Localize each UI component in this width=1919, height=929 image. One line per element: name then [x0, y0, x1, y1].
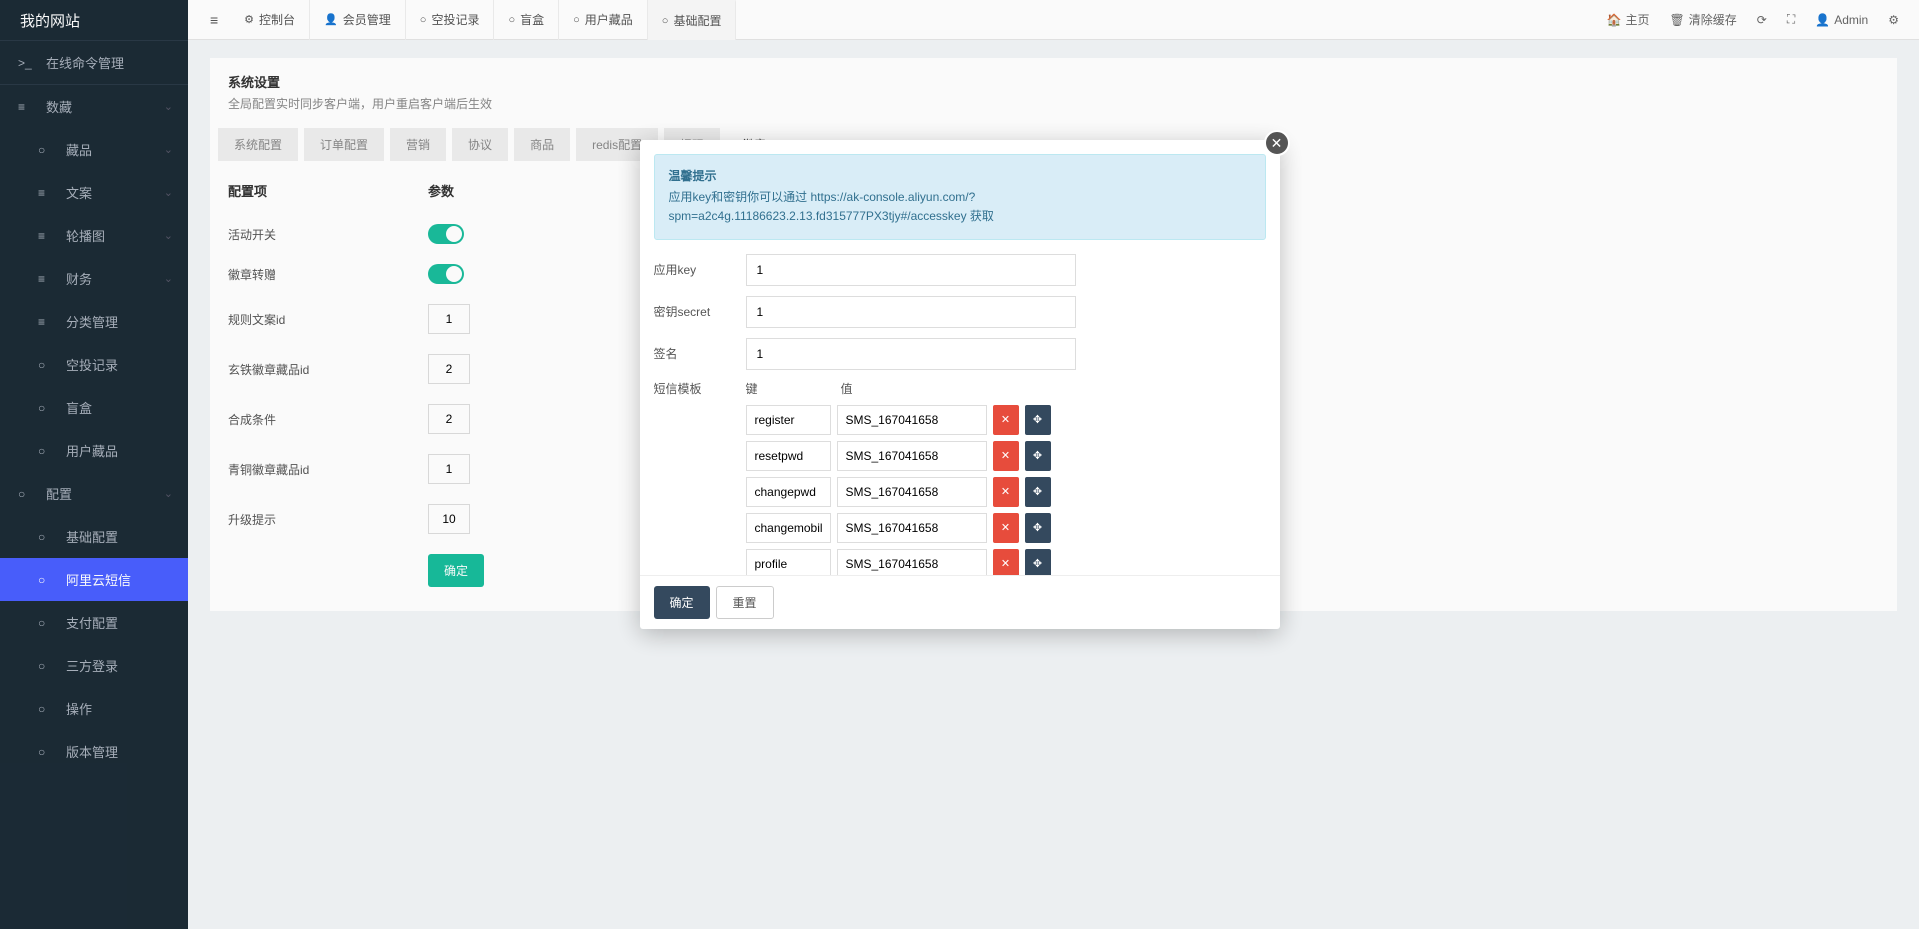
close-icon[interactable]: ✕ — [1264, 130, 1290, 156]
modal-field-row: 签名 — [654, 338, 1266, 370]
modal-field-input[interactable] — [746, 296, 1076, 328]
modal-field-row: 密钥secret — [654, 296, 1266, 328]
template-row: ✕✥ — [746, 441, 1266, 471]
template-key-input[interactable] — [746, 549, 831, 575]
template-key-input[interactable] — [746, 405, 831, 435]
modal-field-row: 应用key — [654, 254, 1266, 286]
move-button[interactable]: ✥ — [1025, 441, 1051, 471]
template-row: ✕✥ — [746, 477, 1266, 507]
template-row: ✕✥ — [746, 405, 1266, 435]
move-button[interactable]: ✥ — [1025, 477, 1051, 507]
sms-config-modal: ✕ 温馨提示 应用key和密钥你可以通过 https://ak-console.… — [640, 140, 1280, 629]
template-val-header: 值 — [841, 380, 1001, 397]
move-button[interactable]: ✥ — [1025, 513, 1051, 543]
alert-body: 应用key和密钥你可以通过 https://ak-console.aliyun.… — [669, 188, 1251, 226]
template-label: 短信模板 — [654, 380, 746, 397]
template-val-input[interactable] — [837, 549, 987, 575]
modal-field-label: 签名 — [654, 345, 746, 362]
delete-button[interactable]: ✕ — [993, 549, 1019, 575]
move-button[interactable]: ✥ — [1025, 549, 1051, 575]
modal-field-input[interactable] — [746, 254, 1076, 286]
modal-field-input[interactable] — [746, 338, 1076, 370]
modal-reset-button[interactable]: 重置 — [716, 586, 774, 619]
delete-button[interactable]: ✕ — [993, 405, 1019, 435]
alert-info: 温馨提示 应用key和密钥你可以通过 https://ak-console.al… — [654, 154, 1266, 240]
template-val-input[interactable] — [837, 513, 987, 543]
alert-title: 温馨提示 — [669, 167, 1251, 186]
template-val-input[interactable] — [837, 405, 987, 435]
delete-button[interactable]: ✕ — [993, 477, 1019, 507]
template-key-input[interactable] — [746, 477, 831, 507]
template-key-input[interactable] — [746, 441, 831, 471]
template-key-input[interactable] — [746, 513, 831, 543]
modal-ok-button[interactable]: 确定 — [654, 586, 710, 619]
template-row: ✕✥ — [746, 549, 1266, 575]
delete-button[interactable]: ✕ — [993, 513, 1019, 543]
template-val-input[interactable] — [837, 441, 987, 471]
template-val-input[interactable] — [837, 477, 987, 507]
move-button[interactable]: ✥ — [1025, 405, 1051, 435]
template-row: ✕✥ — [746, 513, 1266, 543]
modal-field-label: 应用key — [654, 261, 746, 278]
modal-field-label: 密钥secret — [654, 303, 746, 320]
template-key-header: 键 — [746, 380, 841, 397]
delete-button[interactable]: ✕ — [993, 441, 1019, 471]
